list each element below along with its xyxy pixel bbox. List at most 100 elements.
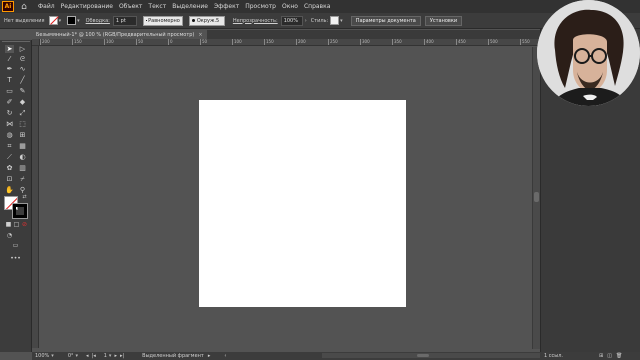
ruler-tick — [488, 39, 489, 45]
mesh-icon[interactable]: ⌗ — [5, 142, 14, 150]
menu-window[interactable]: Окно — [282, 3, 298, 10]
scrollbar-thumb[interactable] — [534, 192, 539, 202]
opacity-field[interactable]: 100% — [280, 15, 303, 26]
chevron-down-icon[interactable]: ▾ — [76, 353, 79, 359]
perspective-grid-icon[interactable]: ⊞ — [18, 131, 27, 139]
next-artboard-icon[interactable]: ▸ — [114, 353, 117, 359]
horizontal-scrollbar[interactable] — [322, 353, 562, 358]
stroke-swatch[interactable] — [67, 16, 77, 25]
menu-select[interactable]: Выделение — [172, 3, 208, 10]
menu-edit[interactable]: Редактирование — [61, 3, 113, 10]
close-icon[interactable]: × — [198, 32, 202, 38]
selection-tool-icon[interactable]: ➤ — [5, 45, 14, 53]
rotate-icon[interactable]: ↻ — [5, 109, 14, 117]
swap-icon[interactable]: ⇄ — [20, 193, 29, 201]
artboard-number[interactable]: 1 — [104, 353, 107, 359]
home-icon[interactable]: ⌂ — [18, 1, 30, 13]
vertical-ruler[interactable] — [32, 46, 39, 348]
document-setup-label: Параметры документа — [355, 17, 416, 24]
zoom-level[interactable]: 100% — [35, 353, 49, 359]
menu-file[interactable]: Файл — [38, 3, 55, 10]
screen-mode-icon[interactable]: ▭ — [11, 242, 20, 250]
pencil-icon[interactable]: ✐ — [5, 98, 14, 106]
stroke-weight-field[interactable]: 1 pt — [112, 15, 137, 26]
draw-mode-icon[interactable]: ◔ — [5, 232, 14, 240]
chevron-down-icon[interactable]: ▾ — [340, 18, 343, 24]
artboard[interactable] — [199, 100, 406, 307]
shape-builder-icon[interactable]: ◍ — [5, 131, 14, 139]
gradient-icon[interactable]: ▦ — [18, 142, 27, 150]
first-artboard-icon[interactable]: |◂ — [92, 353, 96, 359]
line-icon[interactable]: ╱ — [18, 76, 27, 84]
hscroll-left-icon[interactable]: ‹ — [224, 353, 226, 359]
ruler-origin[interactable] — [32, 39, 40, 46]
menu-type[interactable]: Текст — [148, 3, 166, 10]
ruler-tick — [72, 39, 73, 45]
type-icon[interactable]: T — [5, 76, 14, 84]
chevron-down-icon[interactable]: ▾ — [51, 353, 54, 359]
blend-icon[interactable]: ◐ — [18, 153, 27, 161]
ruler-tick-label: 200 — [42, 39, 50, 44]
graphic-style-swatch[interactable] — [330, 16, 340, 25]
menu-object[interactable]: Объект — [119, 3, 142, 10]
chevron-down-icon[interactable]: ▾ — [59, 18, 62, 24]
ruler-tick-label: 150 — [266, 39, 274, 44]
presenter-image — [537, 0, 640, 106]
horizontal-ruler[interactable]: 200 150 100 50 0 50 100 150 200 250 300 350 400 450 50… — [40, 39, 540, 46]
scrollbar-thumb[interactable] — [417, 354, 429, 357]
curvature-icon[interactable]: ∿ — [18, 65, 27, 73]
scale-icon[interactable]: ⤢ — [18, 109, 27, 117]
chevron-down-icon[interactable]: ▾ — [109, 353, 112, 359]
last-artboard-icon[interactable]: ▸| — [120, 353, 124, 359]
ruler-tick-label: 400 — [426, 39, 434, 44]
chevron-right-icon[interactable]: › — [305, 18, 307, 24]
document-tab-bar: Безымянный-1* @ 100 % (RGB/Предварительн… — [32, 30, 540, 39]
more-tools-icon[interactable]: ••• — [10, 255, 21, 263]
document-tab-title: Безымянный-1* @ 100 % (RGB/Предварительн… — [36, 31, 195, 38]
symbol-sprayer-icon[interactable]: ✿ — [5, 164, 14, 172]
eraser-icon[interactable]: ◆ — [18, 98, 27, 106]
menu-help[interactable]: Справка — [304, 3, 330, 10]
app-logo: Ai — [2, 1, 14, 12]
trash-icon[interactable]: 🗑 — [616, 353, 622, 359]
preferences-button[interactable]: Установки — [424, 15, 463, 26]
menu-effect[interactable]: Эффект — [214, 3, 239, 10]
stroke-box[interactable] — [12, 203, 28, 219]
stroke-label[interactable]: Обводка: — [86, 18, 110, 24]
hand-icon[interactable]: ✋ — [5, 186, 14, 194]
status-menu-icon[interactable]: ▸ — [208, 353, 211, 359]
ruler-tick — [168, 39, 169, 45]
stroke-weight-value: 1 pt — [115, 17, 126, 24]
artboard-icon[interactable]: ⊡ — [5, 175, 14, 183]
lasso-icon[interactable]: ᘓ — [18, 55, 27, 63]
brush-definition-dropdown[interactable]: Равномерно — [142, 15, 183, 26]
preferences-label: Установки — [429, 17, 458, 24]
magic-wand-icon[interactable]: ⁄ — [5, 55, 14, 63]
panel-grip[interactable] — [2, 41, 30, 44]
paintbrush-icon[interactable]: ✎ — [18, 87, 27, 95]
pen-icon[interactable]: ✒ — [5, 65, 14, 73]
graph-icon[interactable]: ▥ — [18, 164, 27, 172]
vertical-scrollbar[interactable] — [532, 47, 540, 349]
slice-icon[interactable]: ⌿ — [18, 175, 27, 183]
menu-view[interactable]: Просмотр — [245, 3, 276, 10]
collapse-icon[interactable]: ◫ — [607, 353, 612, 359]
rotation-value[interactable]: 0° — [68, 353, 74, 359]
opacity-value: 100% — [283, 17, 298, 24]
opacity-label[interactable]: Непрозрачность: — [233, 18, 278, 24]
chevron-down-icon[interactable]: ▾ — [77, 18, 80, 24]
fill-swatch[interactable] — [48, 16, 58, 25]
menu-bar: Ai ⌂ Файл Редактирование Объект Текст Вы… — [0, 0, 640, 13]
variable-width-profile-dropdown[interactable]: Окруж.5 — [188, 15, 225, 26]
none-mode-icon[interactable]: ⊘ — [20, 221, 29, 229]
free-transform-icon[interactable]: ⬚ — [18, 120, 27, 128]
direct-selection-icon[interactable]: ▷ — [18, 45, 27, 53]
eyedropper-icon[interactable]: ⟋ — [5, 153, 14, 161]
expand-icon[interactable]: ⊞ — [599, 353, 603, 359]
prev-artboard-icon[interactable]: ◂ — [86, 353, 89, 359]
width-icon[interactable]: ⋈ — [5, 120, 14, 128]
document-tab[interactable]: Безымянный-1* @ 100 % (RGB/Предварительн… — [32, 30, 207, 39]
webcam-overlay — [537, 0, 640, 106]
document-setup-button[interactable]: Параметры документа — [350, 15, 421, 26]
rectangle-icon[interactable]: ▭ — [5, 87, 14, 95]
